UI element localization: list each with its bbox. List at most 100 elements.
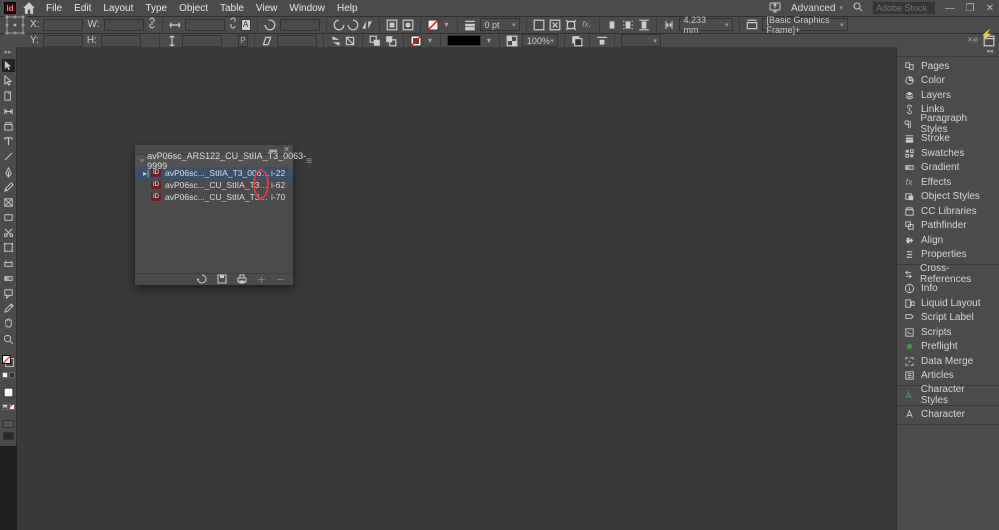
adobe-stock-search[interactable]: [873, 2, 935, 14]
panel-cross-references[interactable]: Cross-References: [897, 267, 999, 282]
expand-icon[interactable]: ≡: [140, 158, 144, 165]
type-tool[interactable]: [2, 135, 15, 148]
window-minimize[interactable]: —: [945, 3, 955, 14]
print-book-icon[interactable]: [237, 274, 247, 286]
selection-tool[interactable]: [2, 59, 15, 72]
pen-tool[interactable]: [2, 166, 15, 179]
note-tool[interactable]: [2, 287, 15, 300]
gpu-performance-icon[interactable]: ⚡: [981, 30, 993, 41]
select-content-icon[interactable]: [402, 19, 414, 31]
flip-both-icon[interactable]: [344, 35, 356, 47]
menu-object[interactable]: Object: [179, 3, 208, 14]
menu-type[interactable]: Type: [145, 3, 167, 14]
content-collector-tool[interactable]: [2, 120, 15, 133]
document-canvas[interactable]: [17, 47, 896, 530]
h-input[interactable]: [101, 35, 141, 47]
y-input[interactable]: [43, 35, 83, 47]
panel-scripts[interactable]: Scripts: [897, 325, 999, 340]
save-book-icon[interactable]: [217, 274, 227, 286]
wrap-around-icon[interactable]: [622, 19, 634, 31]
panel-character[interactable]: Character: [897, 408, 999, 423]
panel-cc-libraries[interactable]: CC Libraries: [897, 204, 999, 219]
workspace-switcher[interactable]: Advanced▾: [791, 3, 843, 14]
default-none-buttons[interactable]: [2, 404, 15, 410]
panel-align[interactable]: Align: [897, 233, 999, 248]
scale-y-input[interactable]: [182, 35, 222, 47]
panel-object-styles[interactable]: Object Styles: [897, 190, 999, 205]
fit-content-icon[interactable]: [549, 19, 561, 31]
clear-overrides-icon[interactable]: ✕⎆: [967, 35, 979, 47]
a-button[interactable]: A: [241, 19, 251, 31]
panel-articles[interactable]: Articles: [897, 369, 999, 384]
panel-data-merge[interactable]: Data Merge: [897, 354, 999, 369]
page-tool[interactable]: [2, 90, 15, 103]
menu-layout[interactable]: Layout: [103, 3, 133, 14]
select-container-icon[interactable]: [386, 19, 398, 31]
color-mode-buttons[interactable]: [2, 372, 15, 378]
panel-gradient[interactable]: Gradient: [897, 161, 999, 176]
panel-layers[interactable]: Layers: [897, 88, 999, 103]
panel-properties[interactable]: Properties: [897, 248, 999, 263]
view-mode-normal[interactable]: [3, 420, 14, 428]
auto-fit-icon[interactable]: [533, 19, 545, 31]
panel-pathfinder[interactable]: Pathfinder: [897, 219, 999, 234]
stroke-style-dropdown-icon[interactable]: ▾: [485, 35, 493, 47]
fx-button[interactable]: fx.: [581, 19, 593, 31]
select-prev-icon[interactable]: [369, 35, 381, 47]
window-close[interactable]: ✕: [985, 3, 995, 14]
gap-value-dropdown[interactable]: 4.233 mm: [679, 18, 733, 31]
panel-character-styles[interactable]: Character Styles: [897, 388, 999, 403]
flip-vertical-icon[interactable]: [330, 35, 342, 47]
view-mode-preview[interactable]: [3, 432, 14, 440]
home-icon[interactable]: [22, 2, 36, 14]
shear-input[interactable]: [277, 35, 317, 47]
rotate-cw-icon[interactable]: [347, 19, 359, 31]
fill-swatch-icon[interactable]: [427, 19, 439, 31]
object-style-dropdown[interactable]: [Basic Graphics Frame]+: [762, 18, 848, 31]
direct-selection-tool[interactable]: [2, 74, 15, 87]
rectangle-tool[interactable]: [2, 211, 15, 224]
select-next-icon[interactable]: [385, 35, 397, 47]
menu-edit[interactable]: Edit: [74, 3, 91, 14]
hand-tool[interactable]: [2, 317, 15, 330]
eyedropper-tool[interactable]: [2, 302, 15, 315]
gradient-feather-tool[interactable]: [2, 272, 15, 285]
panel-pages[interactable]: Pages: [897, 59, 999, 74]
book-panel[interactable]: ▬ ✕ ≡ avP06sc_ARS122_CU_StIIA_T3_0063-99…: [135, 145, 293, 285]
zoom-tool[interactable]: [2, 333, 15, 346]
book-tab[interactable]: ≡ avP06sc_ARS122_CU_StIIA_T3_0063-9999 ≡: [135, 155, 293, 167]
book-row-2[interactable]: ID avP06sc..._CU_StIIA_T3_0063-9999_II i…: [135, 179, 293, 191]
book-row-1[interactable]: ▸| ID avP06sc..._StIIA_T3_0063-9999_I i-…: [135, 167, 293, 179]
p-button[interactable]: P: [238, 35, 248, 47]
wrap-jump-icon[interactable]: [596, 35, 608, 47]
stroke-weight-dropdown[interactable]: 0 pt: [480, 18, 520, 31]
panel-effects[interactable]: fxEffects: [897, 175, 999, 190]
flip-horizontal-icon[interactable]: [361, 19, 373, 31]
panel-paragraph-styles[interactable]: Paragraph Styles: [897, 117, 999, 132]
scale-x-input[interactable]: [185, 19, 225, 31]
stroke-swatch-icon[interactable]: [410, 35, 422, 47]
free-transform-tool[interactable]: [2, 241, 15, 254]
gap-tool[interactable]: [2, 105, 15, 118]
remove-document-icon[interactable]: －: [276, 273, 285, 286]
fit-frame-icon[interactable]: [565, 19, 577, 31]
opacity-dropdown[interactable]: 100%: [522, 34, 558, 47]
scissors-tool[interactable]: [2, 226, 15, 239]
window-restore[interactable]: ❐: [965, 3, 975, 14]
wrap-shape-icon[interactable]: [638, 19, 650, 31]
fill-dropdown-icon[interactable]: ▾: [443, 19, 451, 31]
rectangle-frame-tool[interactable]: [2, 196, 15, 209]
panel-color[interactable]: Color: [897, 74, 999, 89]
stroke-style-swatch[interactable]: [447, 35, 481, 46]
wrap-none-icon[interactable]: [606, 19, 618, 31]
menu-table[interactable]: Table: [220, 3, 244, 14]
menu-window[interactable]: Window: [289, 3, 325, 14]
drop-shadow-icon[interactable]: [571, 35, 583, 47]
gradient-swatch-tool[interactable]: [2, 257, 15, 270]
sync-icon[interactable]: [197, 274, 207, 286]
panel-liquid-layout[interactable]: Liquid Layout: [897, 296, 999, 311]
x-input[interactable]: [43, 19, 83, 31]
menu-view[interactable]: View: [256, 3, 278, 14]
menu-file[interactable]: File: [46, 3, 62, 14]
rotate-ccw-icon[interactable]: [333, 19, 345, 31]
